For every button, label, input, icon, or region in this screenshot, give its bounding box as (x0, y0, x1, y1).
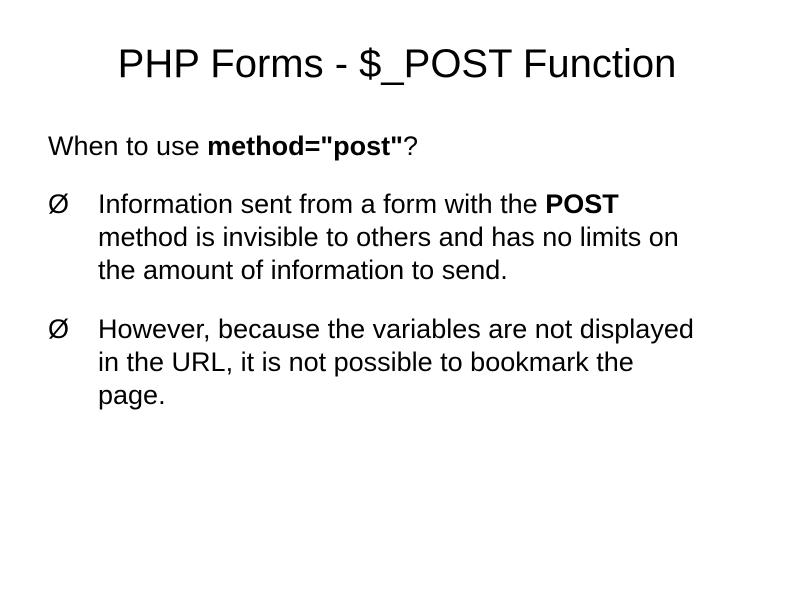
bullet-item: Ø However, because the variables are not… (48, 313, 746, 412)
bullet-text-before: However, because the variables are not d… (98, 314, 694, 410)
bullet-item: Ø Information sent from a form with the … (48, 188, 746, 287)
subtitle-suffix: ? (403, 131, 418, 161)
bullet-content: However, because the variables are not d… (98, 313, 746, 412)
slide-title: PHP Forms - $_POST Function (48, 42, 746, 87)
subtitle-prefix: When to use (48, 131, 207, 161)
bullet-content: Information sent from a form with the PO… (98, 188, 746, 287)
bullet-text-after: method is invisible to others and has no… (98, 222, 679, 285)
slide-subtitle: When to use method="post"? (48, 131, 746, 162)
subtitle-bold: method="post" (207, 131, 403, 161)
bullet-text-bold: POST (545, 189, 619, 219)
bullet-text-before: Information sent from a form with the (98, 189, 545, 219)
bullet-marker: Ø (48, 188, 98, 287)
bullet-marker: Ø (48, 313, 98, 412)
